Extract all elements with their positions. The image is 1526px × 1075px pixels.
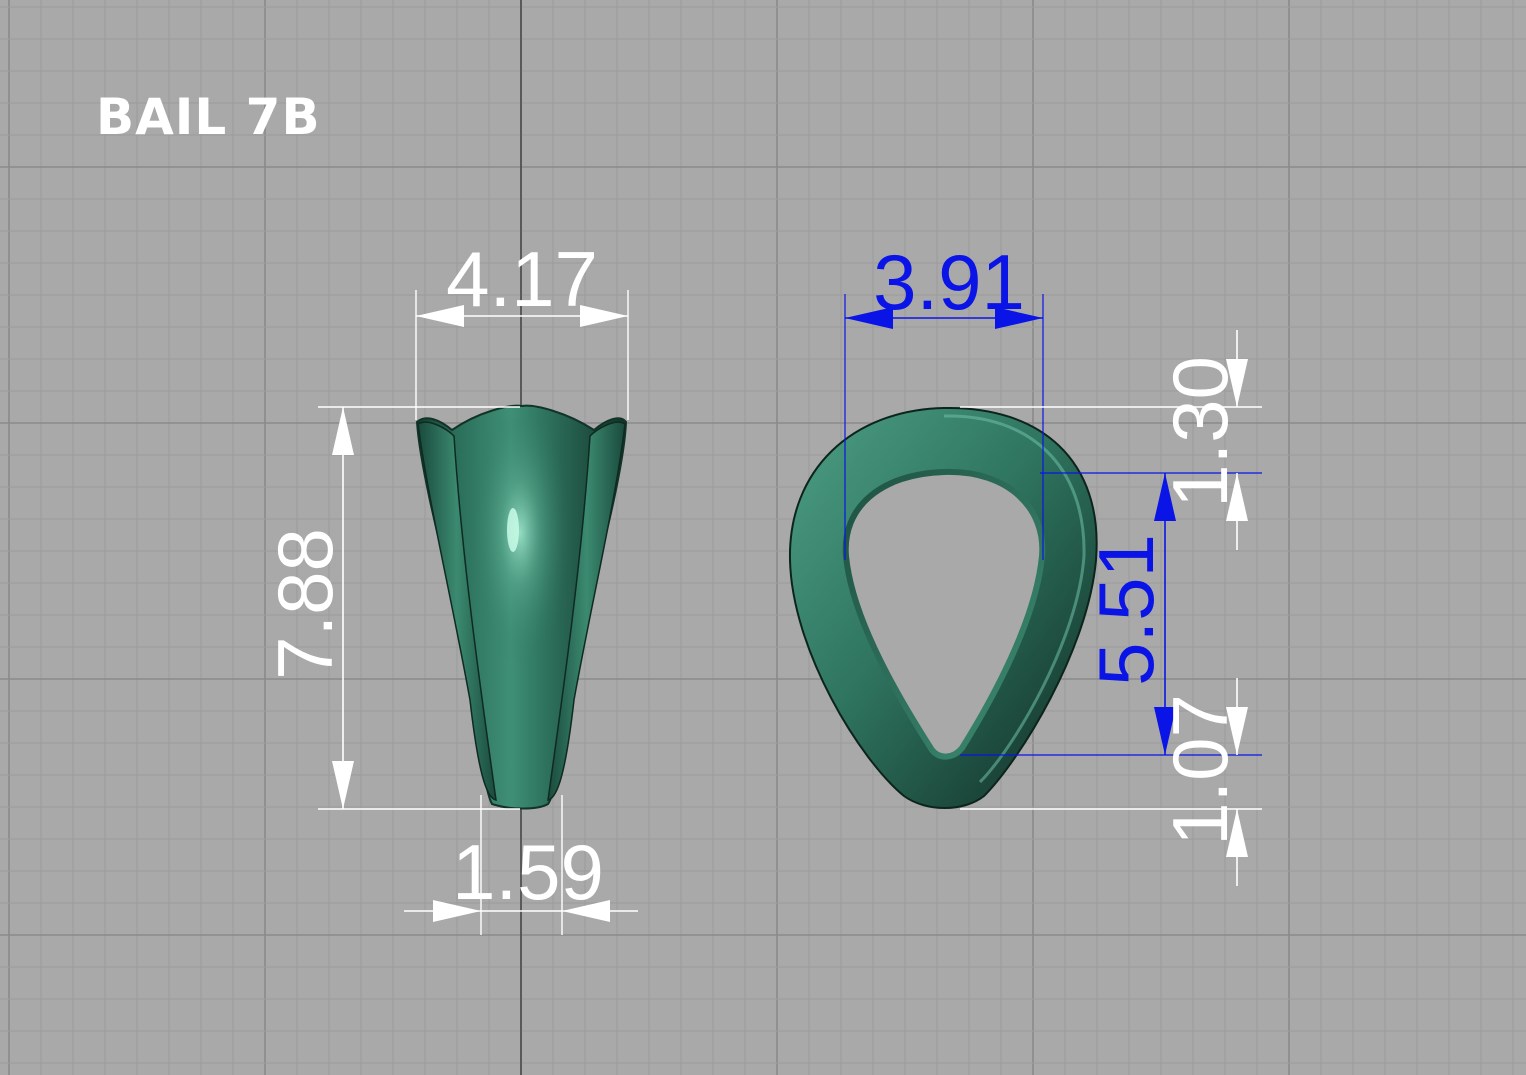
dim-side-width: 3.91 — [873, 238, 1025, 326]
background-grid — [0, 0, 1526, 1075]
dim-front-width: 4.17 — [446, 235, 598, 323]
dimension-arrowhead — [332, 407, 354, 455]
part-title: BAIL 7B — [96, 88, 321, 146]
dim-front-bottom-width: 1.59 — [452, 828, 604, 916]
cad-viewport[interactable]: 4.17 7.88 1.59 3.91 5.51 1.30 1.07 BAIL 7B — [0, 0, 1526, 1075]
dimension-lines: 4.17 7.88 1.59 3.91 5.51 1.30 1.07 — [261, 235, 1262, 935]
bail-front-view[interactable] — [415, 404, 628, 810]
drawing-canvas: 4.17 7.88 1.59 3.91 5.51 1.30 1.07 — [0, 0, 1526, 1075]
dim-front-height: 7.88 — [261, 528, 349, 680]
dim-side-top-thickness: 1.30 — [1156, 356, 1244, 508]
bail-side-view[interactable] — [788, 406, 1098, 809]
dimension-arrowhead — [332, 761, 354, 809]
bail-front-specular — [507, 508, 519, 552]
dim-side-inner-height: 5.51 — [1082, 534, 1170, 686]
dim-side-bottom-thickness: 1.07 — [1156, 694, 1244, 846]
